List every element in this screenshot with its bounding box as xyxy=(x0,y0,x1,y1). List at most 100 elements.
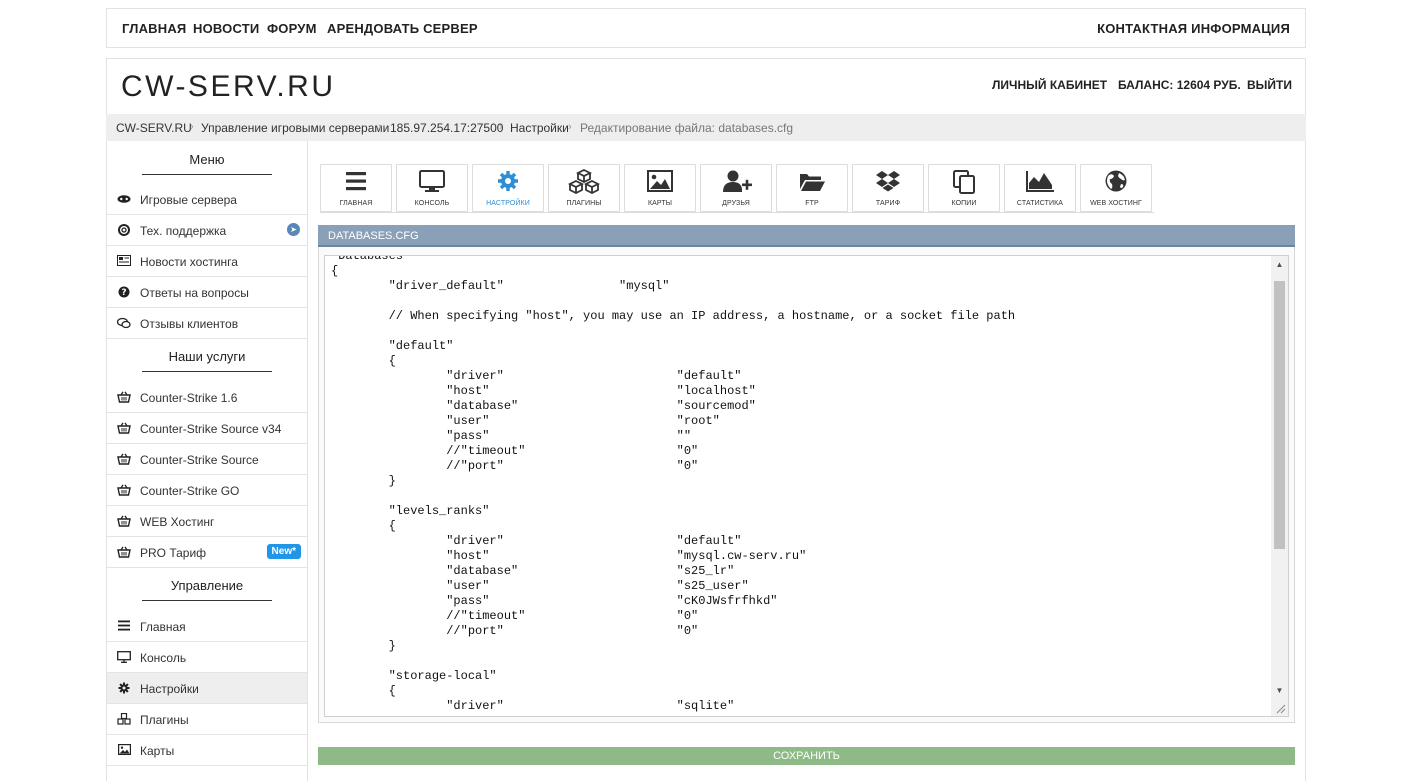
nav-link-forum[interactable]: ФОРУМ xyxy=(267,21,317,36)
sidebar-item-label: Консоль xyxy=(140,651,187,665)
breadcrumb-separator: › xyxy=(190,121,194,133)
basket-icon xyxy=(117,515,131,527)
breadcrumb-item[interactable]: CW-SERV.RU xyxy=(116,121,192,135)
toolbar-button-label: плагины xyxy=(566,200,602,207)
cubes-icon xyxy=(117,712,131,725)
sidebar-item-pro-tariff[interactable]: PRO Тариф New* xyxy=(107,537,307,568)
sidebar: Меню Игровые сервера Тех. поддержка ➤ Но… xyxy=(106,141,308,781)
sidebar-heading-label: Наши услуги xyxy=(168,349,246,364)
breadcrumb-item[interactable]: Настройки xyxy=(510,121,569,135)
toolbar-button-web-hosting[interactable]: web хостинг xyxy=(1080,164,1152,212)
basket-icon xyxy=(117,422,131,434)
sidebar-heading-services: Наши услуги xyxy=(107,349,307,372)
scrollbar-thumb[interactable] xyxy=(1274,281,1285,549)
scroll-down-arrow-icon[interactable]: ▼ xyxy=(1271,682,1288,699)
toolbar-button-friends[interactable]: друзья xyxy=(700,164,772,212)
balance-display: БАЛАНС: 12604 РУБ. xyxy=(1118,78,1241,92)
sidebar-item-plugins[interactable]: Плагины xyxy=(107,704,307,735)
logout-link[interactable]: ВЫЙТИ xyxy=(1247,78,1292,92)
nav-link-news[interactable]: НОВОСТИ xyxy=(193,21,259,36)
sidebar-item-faq[interactable]: ? Ответы на вопросы xyxy=(107,277,307,308)
sidebar-item-reviews[interactable]: Отзывы клиентов xyxy=(107,308,307,339)
top-navigation: ГЛАВНАЯ НОВОСТИ ФОРУМ АРЕНДОВАТЬ СЕРВЕР … xyxy=(106,8,1306,48)
toolbar-button-console[interactable]: консоль xyxy=(396,164,468,212)
sidebar-item-console[interactable]: Консоль xyxy=(107,642,307,673)
newspaper-icon xyxy=(117,255,131,267)
breadcrumb: CW-SERV.RU › Управление игровыми сервера… xyxy=(106,114,1306,141)
new-badge: New* xyxy=(266,544,301,559)
toolbar-button-settings[interactable]: настройки xyxy=(472,164,544,212)
sidebar-heading-manage: Управление xyxy=(107,578,307,601)
sidebar-item-support[interactable]: Тех. поддержка ➤ xyxy=(107,215,307,246)
toolbar-button-label: настройки xyxy=(486,200,530,207)
toolbar-button-label: web хостинг xyxy=(1090,200,1142,207)
sidebar-item-maps[interactable]: Карты xyxy=(107,735,307,766)
toolbar-button-main[interactable]: главная xyxy=(320,164,392,212)
breadcrumb-item[interactable]: Управление игровыми серверами xyxy=(201,121,389,135)
image-icon xyxy=(117,744,131,756)
sidebar-item-label: Плагины xyxy=(140,713,189,727)
breadcrumb-separator: › xyxy=(568,121,572,133)
sidebar-item-hosting-news[interactable]: Новости хостинга xyxy=(107,246,307,277)
save-button[interactable]: СОХРАНИТЬ xyxy=(318,747,1295,765)
sidebar-heading-menu: Меню xyxy=(107,152,307,175)
resize-handle-icon[interactable] xyxy=(1274,702,1286,714)
scroll-up-arrow-icon[interactable]: ▲ xyxy=(1271,256,1288,273)
gear-icon xyxy=(117,682,131,694)
sidebar-heading-label: Меню xyxy=(189,152,225,167)
editor-scrollbar[interactable]: ▲ ▼ xyxy=(1271,256,1288,716)
nav-link-main[interactable]: ГЛАВНАЯ xyxy=(122,21,186,36)
toolbar-button-label: тариф xyxy=(875,200,901,207)
toolbar-button-plugins[interactable]: плагины xyxy=(548,164,620,212)
image-icon xyxy=(647,170,673,192)
site-logo[interactable]: CW-SERV.RU xyxy=(121,70,336,104)
folder-open-icon xyxy=(800,174,825,191)
sidebar-item-label: Игровые сервера xyxy=(140,193,237,207)
sidebar-item-web-hosting[interactable]: WEB Хостинг xyxy=(107,506,307,537)
svg-text:?: ? xyxy=(121,288,126,298)
breadcrumb-separator: › xyxy=(499,121,503,133)
toolbar-button-tariff[interactable]: тариф xyxy=(852,164,924,212)
toolbar-button-ftp[interactable]: ftp xyxy=(776,164,848,212)
sidebar-item-label: PRO Тариф xyxy=(140,546,207,560)
toolbar-button-label: статистика xyxy=(1016,200,1064,207)
file-editor-textarea[interactable]: "Databases" { "driver_default" "mysql" /… xyxy=(324,255,1289,717)
toolbar-divider xyxy=(320,212,1154,213)
lifebuoy-icon xyxy=(117,224,131,236)
copy-icon xyxy=(953,170,975,194)
toolbar-button-maps[interactable]: карты xyxy=(624,164,696,212)
sidebar-item-label: Counter-Strike GO xyxy=(140,484,240,498)
breadcrumb-item[interactable]: 185.97.254.17:27500 xyxy=(390,121,503,135)
heading-underline xyxy=(142,174,272,175)
sidebar-item-csgo[interactable]: Counter-Strike GO xyxy=(107,475,307,506)
sidebar-item-game-servers[interactable]: Игровые сервера xyxy=(107,184,307,215)
sidebar-item-css-v34[interactable]: Counter-Strike Source v34 xyxy=(107,413,307,444)
toolbar-button-label: ftp xyxy=(805,200,819,207)
site-header: CW-SERV.RU ЛИЧНЫЙ КАБИНЕТ БАЛАНС: 12604 … xyxy=(106,58,1306,114)
telegram-icon[interactable]: ➤ xyxy=(287,223,300,236)
monitor-icon xyxy=(419,170,445,192)
sidebar-item-settings[interactable]: Настройки xyxy=(107,673,307,704)
toolbar-button-backups[interactable]: копии xyxy=(928,164,1000,212)
question-icon: ? xyxy=(117,286,131,298)
toolbar-button-label: консоль xyxy=(414,200,450,207)
area-chart-icon xyxy=(1026,171,1054,192)
basket-icon xyxy=(117,546,131,558)
globe-icon xyxy=(1105,170,1127,192)
account-link[interactable]: ЛИЧНЫЙ КАБИНЕТ xyxy=(992,78,1107,92)
toolbar-button-statistics[interactable]: статистика xyxy=(1004,164,1076,212)
file-content[interactable]: "Databases" { "driver_default" "mysql" /… xyxy=(331,256,1271,714)
toolbar-button-label: карты xyxy=(647,200,673,207)
sidebar-item-css[interactable]: Counter-Strike Source xyxy=(107,444,307,475)
sidebar-item-main[interactable]: Главная xyxy=(107,611,307,642)
nav-link-contacts[interactable]: КОНТАКТНАЯ ИНФОРМАЦИЯ xyxy=(1097,21,1290,36)
nav-link-rent-server[interactable]: АРЕНДОВАТЬ СЕРВЕР xyxy=(327,21,478,36)
sidebar-item-label: Counter-Strike Source xyxy=(140,453,259,467)
gear-icon xyxy=(498,171,518,191)
toolbar-button-label: друзья xyxy=(722,200,750,207)
sidebar-item-label: Counter-Strike 1.6 xyxy=(140,391,238,405)
sidebar-item-label: WEB Хостинг xyxy=(140,515,215,529)
gamepad-icon xyxy=(117,193,131,205)
sidebar-item-cs16[interactable]: Counter-Strike 1.6 xyxy=(107,382,307,413)
sidebar-item-label: Тех. поддержка xyxy=(140,224,227,238)
